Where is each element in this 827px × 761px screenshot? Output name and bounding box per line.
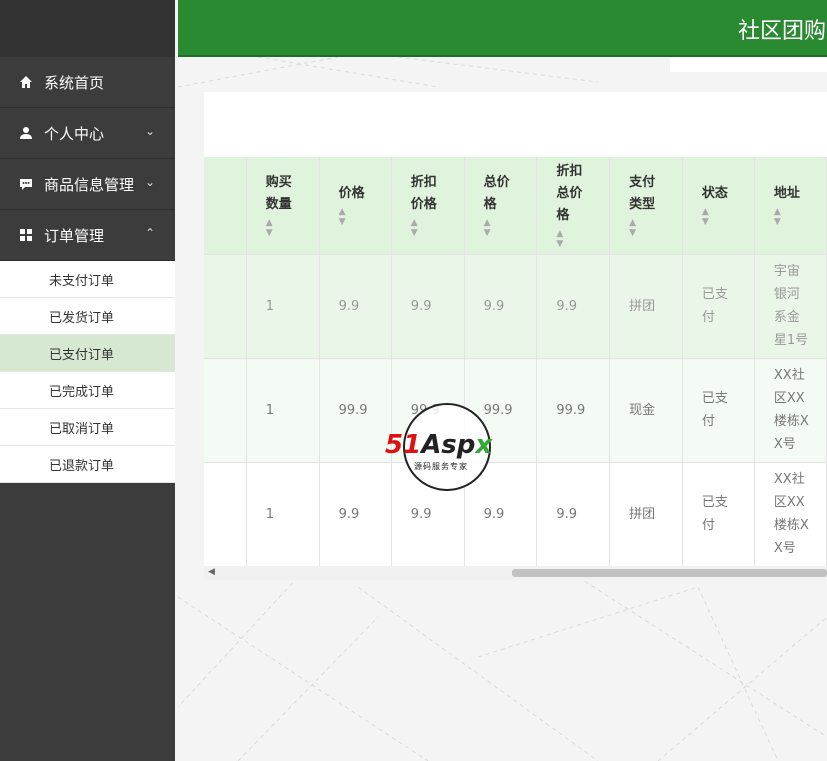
column-header-address[interactable]: 地址 ▲ ▼ bbox=[754, 157, 827, 254]
table-row[interactable]: 1 9.9 9.9 9.9 9.9 拼团 已支付 XX社区XX楼栋XX号 bbox=[204, 462, 827, 566]
sidebar-item-label: 个人中心 bbox=[44, 124, 105, 143]
table-cell bbox=[204, 462, 247, 566]
column-header-label: 折扣价格 bbox=[410, 175, 437, 213]
sidebar-item-personal-center[interactable]: 个人中心 ⌄ bbox=[0, 108, 175, 159]
submenu-item-unpaid[interactable]: 未支付订单 bbox=[0, 261, 175, 298]
table-cell: 9.9 bbox=[536, 254, 611, 358]
table-cell: 1 bbox=[246, 358, 320, 462]
sidebar-item-label: 商品信息管理 bbox=[44, 175, 135, 194]
table-cell bbox=[204, 254, 247, 358]
table-cell: 宇宙银河系金星1号 bbox=[754, 254, 827, 358]
watermark-subtitle: 源码服务专家 bbox=[414, 462, 468, 471]
sidebar-item-label: 系统首页 bbox=[44, 73, 105, 92]
table-cell: 9.9 bbox=[391, 254, 465, 358]
chevron-down-icon: ⌄ bbox=[144, 175, 155, 189]
top-header: 社区团购 bbox=[178, 0, 827, 57]
table-cell: 9.9 bbox=[319, 254, 392, 358]
column-header-label: 总价格 bbox=[483, 175, 510, 213]
table-cell: 99.9 bbox=[319, 358, 392, 462]
column-header-label: 状态 bbox=[701, 186, 728, 202]
column-header-status[interactable]: 状态 ▲ ▼ bbox=[682, 157, 755, 254]
column-header-payment-type[interactable]: 支付类型 ▲ ▼ bbox=[609, 157, 683, 254]
sidebar-item-label: 订单管理 bbox=[44, 226, 105, 245]
sort-icon[interactable]: ▲ ▼ bbox=[702, 207, 754, 227]
table-cell: 现金 bbox=[609, 358, 683, 462]
order-table-panel: 购买数量 ▲ ▼ 价格 ▲ ▼ 折扣价格 ▲ ▼ 总价格 ▲ ▼ 折扣总价格 ▲ ▼ 支付类型 ▲ ▼ … bbox=[204, 92, 827, 566]
sort-icon[interactable]: ▲ ▼ bbox=[556, 229, 609, 249]
scrollbar-thumb[interactable] bbox=[512, 569, 827, 577]
grid-icon bbox=[18, 227, 34, 243]
table-cell: 9.9 bbox=[464, 254, 538, 358]
submenu-item-completed[interactable]: 已完成订单 bbox=[0, 372, 175, 409]
column-header-label: 购买数量 bbox=[265, 175, 292, 213]
column-header-discount-price[interactable]: 折扣价格 ▲ ▼ bbox=[391, 157, 465, 254]
column-header-label: 折扣总价格 bbox=[556, 164, 583, 224]
submenu-item-cancelled[interactable]: 已取消订单 bbox=[0, 409, 175, 446]
column-header-discount-total[interactable]: 折扣总价格 ▲ ▼ bbox=[536, 157, 611, 254]
sort-icon[interactable]: ▲ ▼ bbox=[411, 218, 464, 238]
table-row[interactable]: 1 99.9 99.9 99.9 99.9 现金 已支付 XX社区XX楼栋XX号 bbox=[204, 358, 827, 462]
sort-icon[interactable]: ▲ ▼ bbox=[266, 218, 319, 238]
sidebar-item-home[interactable]: 系统首页 bbox=[0, 57, 175, 108]
table-cell bbox=[204, 358, 247, 462]
submenu-item-refunded[interactable]: 已退款订单 bbox=[0, 446, 175, 483]
home-icon bbox=[18, 74, 34, 90]
table-header-row: 购买数量 ▲ ▼ 价格 ▲ ▼ 折扣价格 ▲ ▼ 总价格 ▲ ▼ 折扣总价格 ▲ ▼ 支付类型 ▲ ▼ … bbox=[204, 157, 827, 254]
table-cell: 拼团 bbox=[609, 462, 683, 566]
table-cell: 已支付 bbox=[682, 462, 755, 566]
table-cell: 拼团 bbox=[609, 254, 683, 358]
chevron-down-icon: ⌄ bbox=[144, 124, 155, 138]
sidebar: 系统首页 个人中心 ⌄ 商品信息管理 ⌄ 订单管理 ⌃ 未支付订单 已发货订单 … bbox=[0, 0, 175, 761]
chat-icon bbox=[18, 176, 34, 192]
column-header-label: 价格 bbox=[338, 186, 365, 202]
sort-icon[interactable]: ▲ ▼ bbox=[484, 218, 537, 238]
table-cell: 已支付 bbox=[682, 254, 755, 358]
table-row[interactable]: 1 9.9 9.9 9.9 9.9 拼团 已支付 宇宙银河系金星1号 bbox=[204, 254, 827, 358]
table-cell: 1 bbox=[246, 462, 320, 566]
order-submenu: 未支付订单 已发货订单 已支付订单 已完成订单 已取消订单 已退款订单 bbox=[0, 261, 175, 483]
sort-icon[interactable]: ▲ ▼ bbox=[774, 207, 826, 227]
table-cell: 已支付 bbox=[682, 358, 755, 462]
column-header-quantity[interactable]: 购买数量 ▲ ▼ bbox=[246, 157, 320, 254]
watermark-logo: 51Aspx bbox=[385, 430, 493, 460]
sidebar-item-order-management[interactable]: 订单管理 ⌃ bbox=[0, 210, 175, 261]
column-header-select bbox=[204, 157, 247, 254]
sidebar-brand-area bbox=[0, 0, 175, 57]
table-cell: 99.9 bbox=[536, 358, 611, 462]
sidebar-item-product-management[interactable]: 商品信息管理 ⌄ bbox=[0, 159, 175, 210]
column-header-label: 地址 bbox=[773, 186, 800, 202]
scroll-left-arrow-icon[interactable]: ◀ bbox=[208, 567, 215, 577]
column-header-total-price[interactable]: 总价格 ▲ ▼ bbox=[464, 157, 538, 254]
table-cell: XX社区XX楼栋XX号 bbox=[754, 462, 827, 566]
order-table: 购买数量 ▲ ▼ 价格 ▲ ▼ 折扣价格 ▲ ▼ 总价格 ▲ ▼ 折扣总价格 ▲ ▼ 支付类型 ▲ ▼ … bbox=[204, 157, 827, 566]
user-icon bbox=[18, 125, 34, 141]
sort-icon[interactable]: ▲ ▼ bbox=[629, 218, 682, 238]
column-header-price[interactable]: 价格 ▲ ▼ bbox=[319, 157, 392, 254]
column-header-label: 支付类型 bbox=[629, 175, 656, 213]
table-cell: 9.9 bbox=[319, 462, 392, 566]
header-search-area bbox=[670, 57, 827, 72]
horizontal-scrollbar[interactable]: ◀ bbox=[204, 566, 827, 580]
table-cell: XX社区XX楼栋XX号 bbox=[754, 358, 827, 462]
chevron-up-icon: ⌃ bbox=[144, 226, 155, 240]
submenu-item-shipped[interactable]: 已发货订单 bbox=[0, 298, 175, 335]
table-cell: 1 bbox=[246, 254, 320, 358]
sort-icon[interactable]: ▲ ▼ bbox=[339, 207, 391, 227]
submenu-item-paid[interactable]: 已支付订单 bbox=[0, 335, 175, 372]
table-cell: 9.9 bbox=[536, 462, 611, 566]
page-title: 社区团购 bbox=[738, 19, 827, 44]
